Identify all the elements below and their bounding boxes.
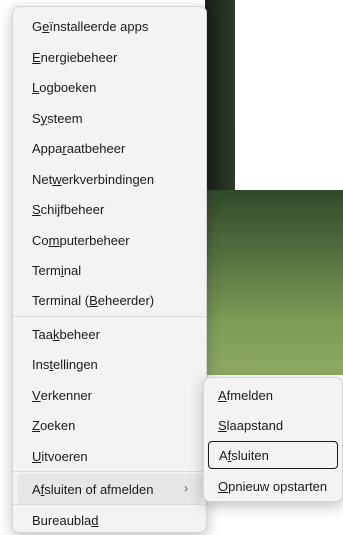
menu-item-device-manager[interactable]: Appa r aatbeheer [17, 133, 202, 163]
menu-item-event-viewer[interactable]: Logboeken [17, 72, 202, 102]
winx-menu: Ge ïnstalleerde apps Energiebeheer Logboe… [12, 6, 207, 533]
menu-item-installed-apps[interactable]: Ge ïnstalleerde apps [17, 11, 202, 41]
menu-item-task-manager[interactable]: Taa k beheer [17, 319, 202, 349]
menu-item-terminal-admin[interactable]: Terminal (Beheerder) [17, 285, 202, 315]
menu-separator [13, 316, 206, 317]
menu-item-run[interactable]: Uitvoeren [17, 441, 202, 471]
menu-item-settings[interactable]: Ins t ellingen [17, 349, 202, 379]
menu-item-desktop[interactable]: Bureaubla d [17, 505, 202, 535]
menu-item-system[interactable]: Sy steem [17, 103, 202, 133]
menu-item-network-connections[interactable]: Net w erkverbindingen [17, 164, 202, 194]
menu-item-file-explorer[interactable]: Verkenner [17, 380, 202, 410]
submenu-item-restart[interactable]: Opnieuw opstarten [208, 472, 338, 500]
shutdown-submenu: Afmelden Slaapstand Af sluiten Opnieuw op… [203, 377, 343, 502]
wallpaper-landscape [205, 190, 343, 375]
submenu-item-shut-down[interactable]: Af sluiten [208, 441, 338, 469]
menu-item-power-options[interactable]: Energiebeheer [17, 42, 202, 72]
menu-separator [13, 471, 206, 472]
submenu-item-sign-out[interactable]: Afmelden [208, 381, 338, 409]
menu-item-terminal[interactable]: Term i nal [17, 255, 202, 285]
menu-item-disk-management[interactable]: Schijfbeheer [17, 194, 202, 224]
wallpaper-strip [205, 0, 235, 190]
menu-item-shutdown-signout[interactable]: Af sluiten of afmelden › [17, 474, 202, 504]
menu-item-search[interactable]: Zoeken [17, 410, 202, 440]
submenu-item-sleep[interactable]: Slaapstand [208, 411, 338, 439]
menu-item-computer-management[interactable]: Co m puterbeheer [17, 225, 202, 255]
chevron-right-icon: › [184, 481, 188, 495]
